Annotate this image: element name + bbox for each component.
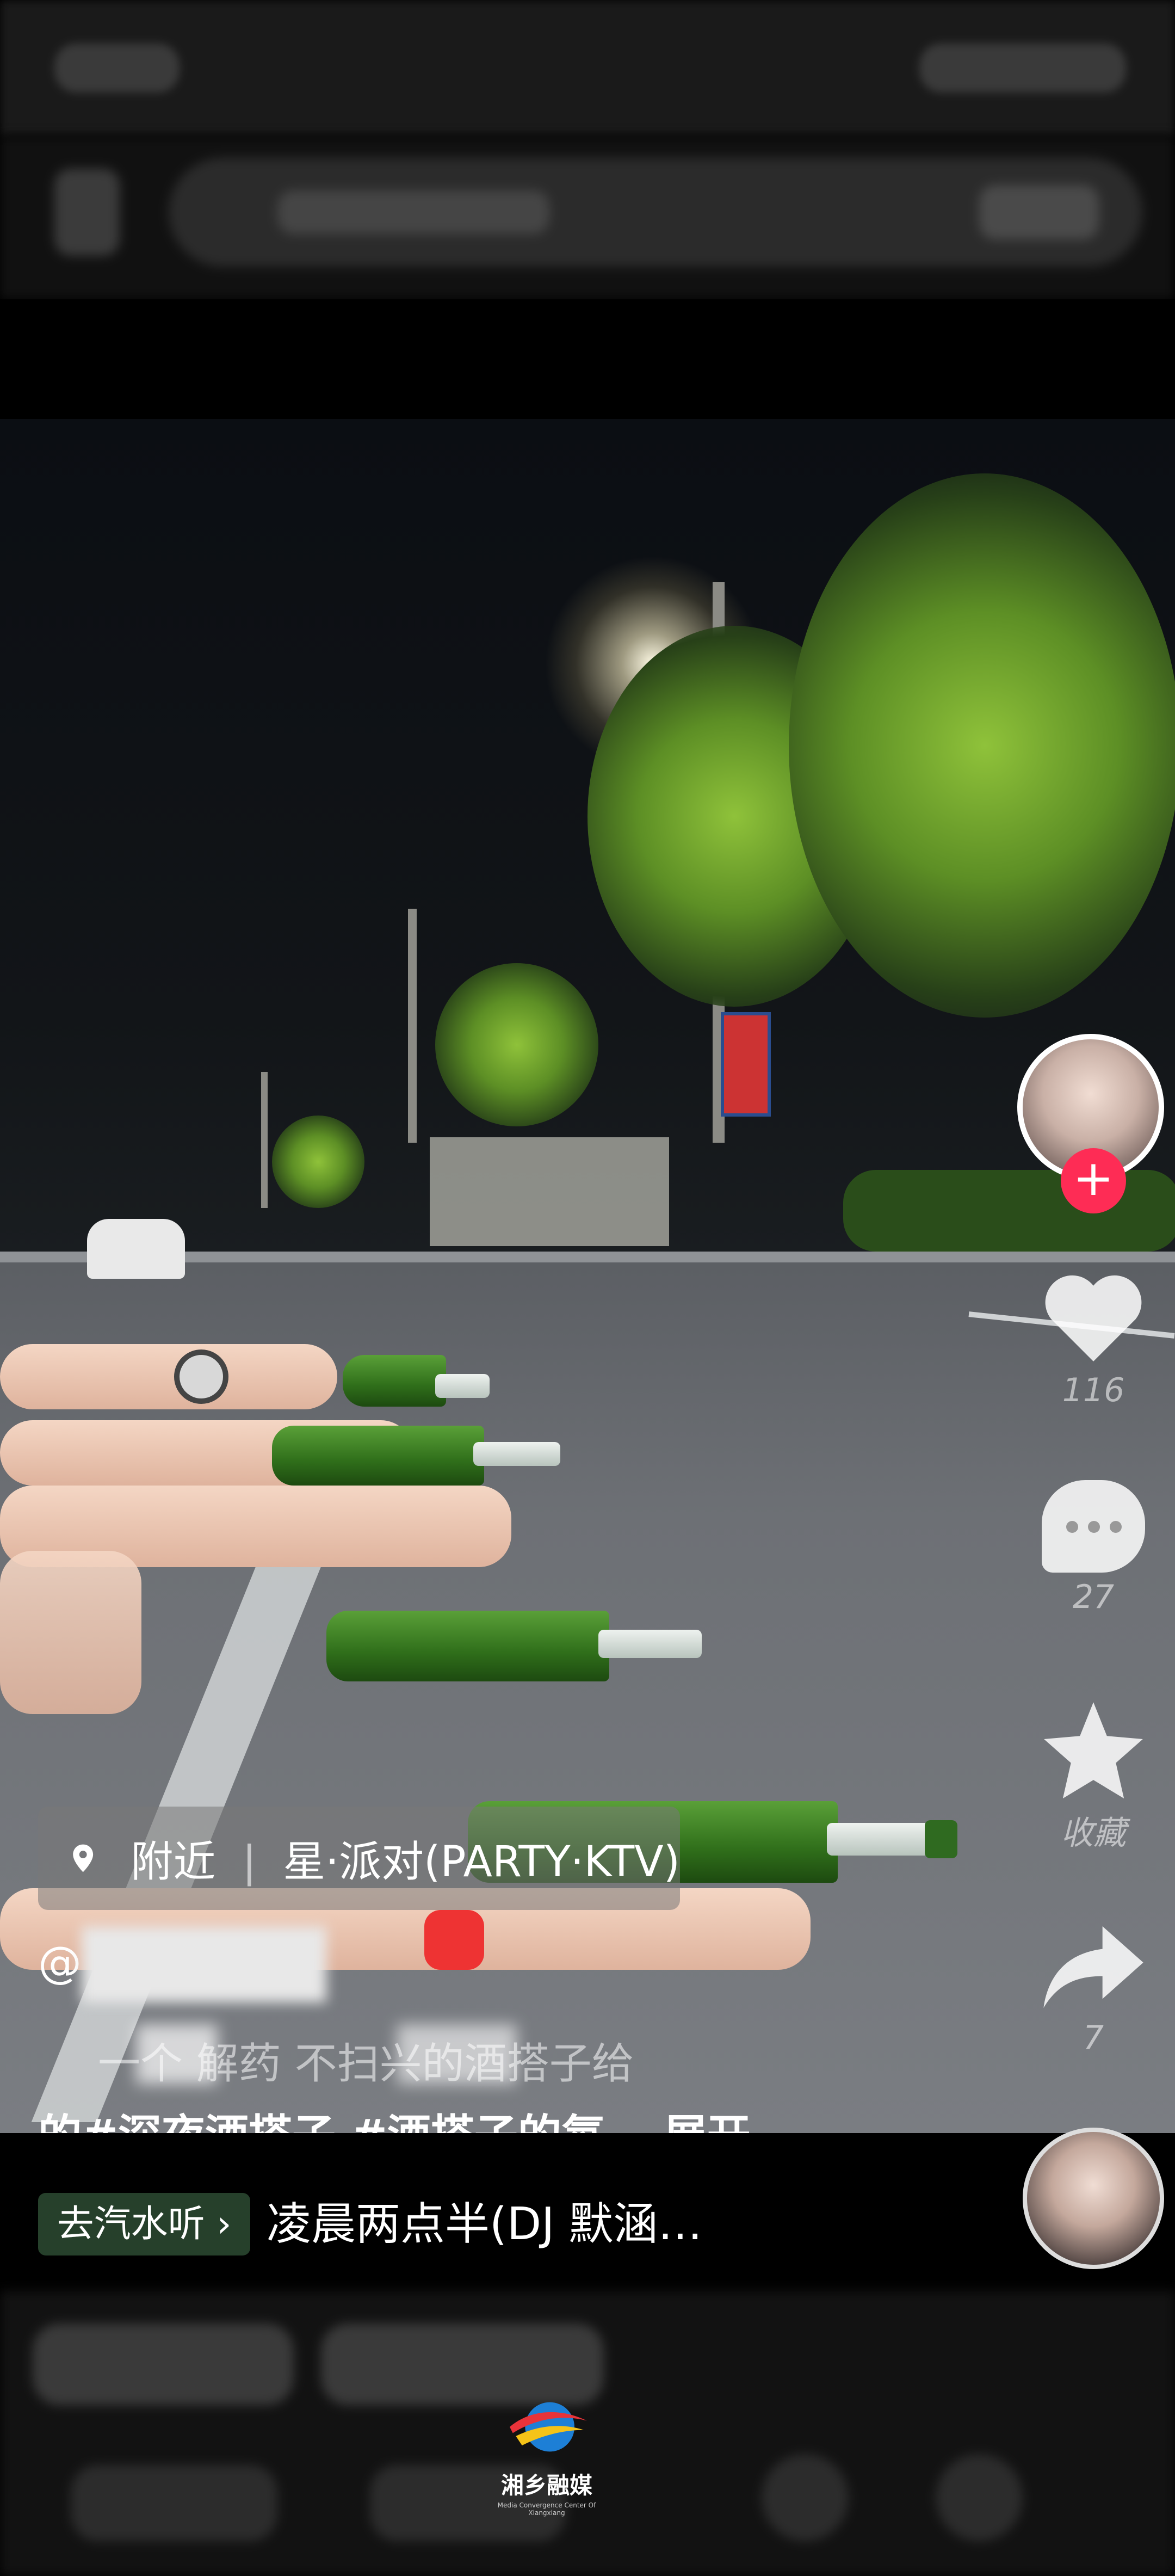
status-bar bbox=[0, 0, 1175, 136]
share-arrow-icon bbox=[1043, 1926, 1143, 2008]
bottle-neck bbox=[435, 1374, 490, 1398]
lamp-pole bbox=[261, 1072, 268, 1208]
music-disc[interactable] bbox=[1023, 2128, 1164, 2269]
bottle-neck bbox=[827, 1823, 930, 1856]
wrist-band bbox=[424, 1910, 484, 1970]
tree bbox=[272, 1116, 364, 1208]
description-blur bbox=[136, 2024, 218, 2084]
like-count: 116 bbox=[1062, 1371, 1125, 1409]
arm bbox=[0, 1551, 141, 1714]
beer-bottle bbox=[343, 1355, 446, 1407]
location-text: 附近 | 星·派对(PARTY·KTV) bbox=[131, 1828, 680, 1889]
location-pin-icon bbox=[73, 1844, 94, 1872]
share-count: 7 bbox=[1083, 2019, 1104, 2057]
bottle-cap bbox=[925, 1820, 957, 1858]
favorite-label: 收藏 bbox=[1061, 1814, 1126, 1852]
bus-shelter bbox=[430, 1137, 669, 1246]
comment-button[interactable]: 27 bbox=[1034, 1480, 1153, 1616]
description-blur bbox=[397, 2024, 517, 2084]
search-button[interactable] bbox=[979, 185, 1099, 239]
bottle-neck bbox=[473, 1442, 560, 1466]
blurred-element bbox=[321, 2324, 604, 2405]
location-divider: | bbox=[242, 1838, 257, 1887]
location-name: 星·派对(PARTY·KTV) bbox=[283, 1838, 680, 1887]
music-bar: 去汽水听 › 凌晨两点半(DJ 默涵… bbox=[0, 2128, 1175, 2291]
arm bbox=[0, 1344, 337, 1409]
share-button[interactable]: 7 bbox=[1034, 1921, 1153, 2057]
beer-bottle bbox=[272, 1426, 484, 1486]
blurred-element bbox=[33, 2324, 294, 2405]
banner bbox=[721, 1012, 771, 1117]
star-icon bbox=[1044, 1702, 1143, 1799]
watermark-name: 湘乡融媒 bbox=[500, 2472, 592, 2499]
watch bbox=[174, 1349, 228, 1404]
music-title[interactable]: 凌晨两点半(DJ 默涵… bbox=[267, 2187, 702, 2252]
author-name-blurred bbox=[82, 1926, 326, 2002]
comment-icon bbox=[1042, 1480, 1145, 1573]
watermark-logo-icon bbox=[510, 2402, 587, 2452]
search-input[interactable] bbox=[169, 158, 1142, 267]
blurred-element bbox=[71, 2465, 277, 2541]
status-time-blurred bbox=[54, 44, 180, 93]
follow-button[interactable]: + bbox=[1061, 1148, 1126, 1213]
search-bar bbox=[0, 136, 1175, 299]
back-button[interactable] bbox=[54, 169, 120, 256]
media-watermark: 湘乡融媒 Media Convergence Center Of Xiangxi… bbox=[487, 2394, 607, 2517]
lamp-pole bbox=[408, 909, 417, 1143]
location-tag[interactable]: 附近 | 星·派对(PARTY·KTV) bbox=[38, 1807, 680, 1910]
like-button[interactable]: 116 bbox=[1034, 1268, 1153, 1409]
comment-count: 27 bbox=[1072, 1578, 1115, 1616]
heart-icon bbox=[1045, 1275, 1142, 1361]
listen-on-qishui-button[interactable]: 去汽水听 › bbox=[38, 2193, 250, 2255]
search-text-blurred bbox=[277, 190, 549, 234]
parked-car bbox=[87, 1219, 185, 1279]
favorite-button[interactable]: 收藏 bbox=[1034, 1698, 1153, 1854]
status-icons-blurred bbox=[919, 44, 1126, 93]
tree bbox=[435, 963, 598, 1126]
author-name[interactable]: @ bbox=[38, 1937, 82, 1988]
video-top-margin bbox=[0, 299, 1175, 419]
blurred-element bbox=[936, 2454, 1023, 2541]
beer-bottle bbox=[326, 1611, 609, 1681]
blurred-element bbox=[762, 2454, 849, 2541]
tree bbox=[789, 473, 1175, 1018]
watermark-subtitle: Media Convergence Center Of Xiangxiang bbox=[497, 2501, 596, 2517]
bottle-neck bbox=[598, 1630, 702, 1658]
location-prefix: 附近 bbox=[131, 1838, 216, 1887]
